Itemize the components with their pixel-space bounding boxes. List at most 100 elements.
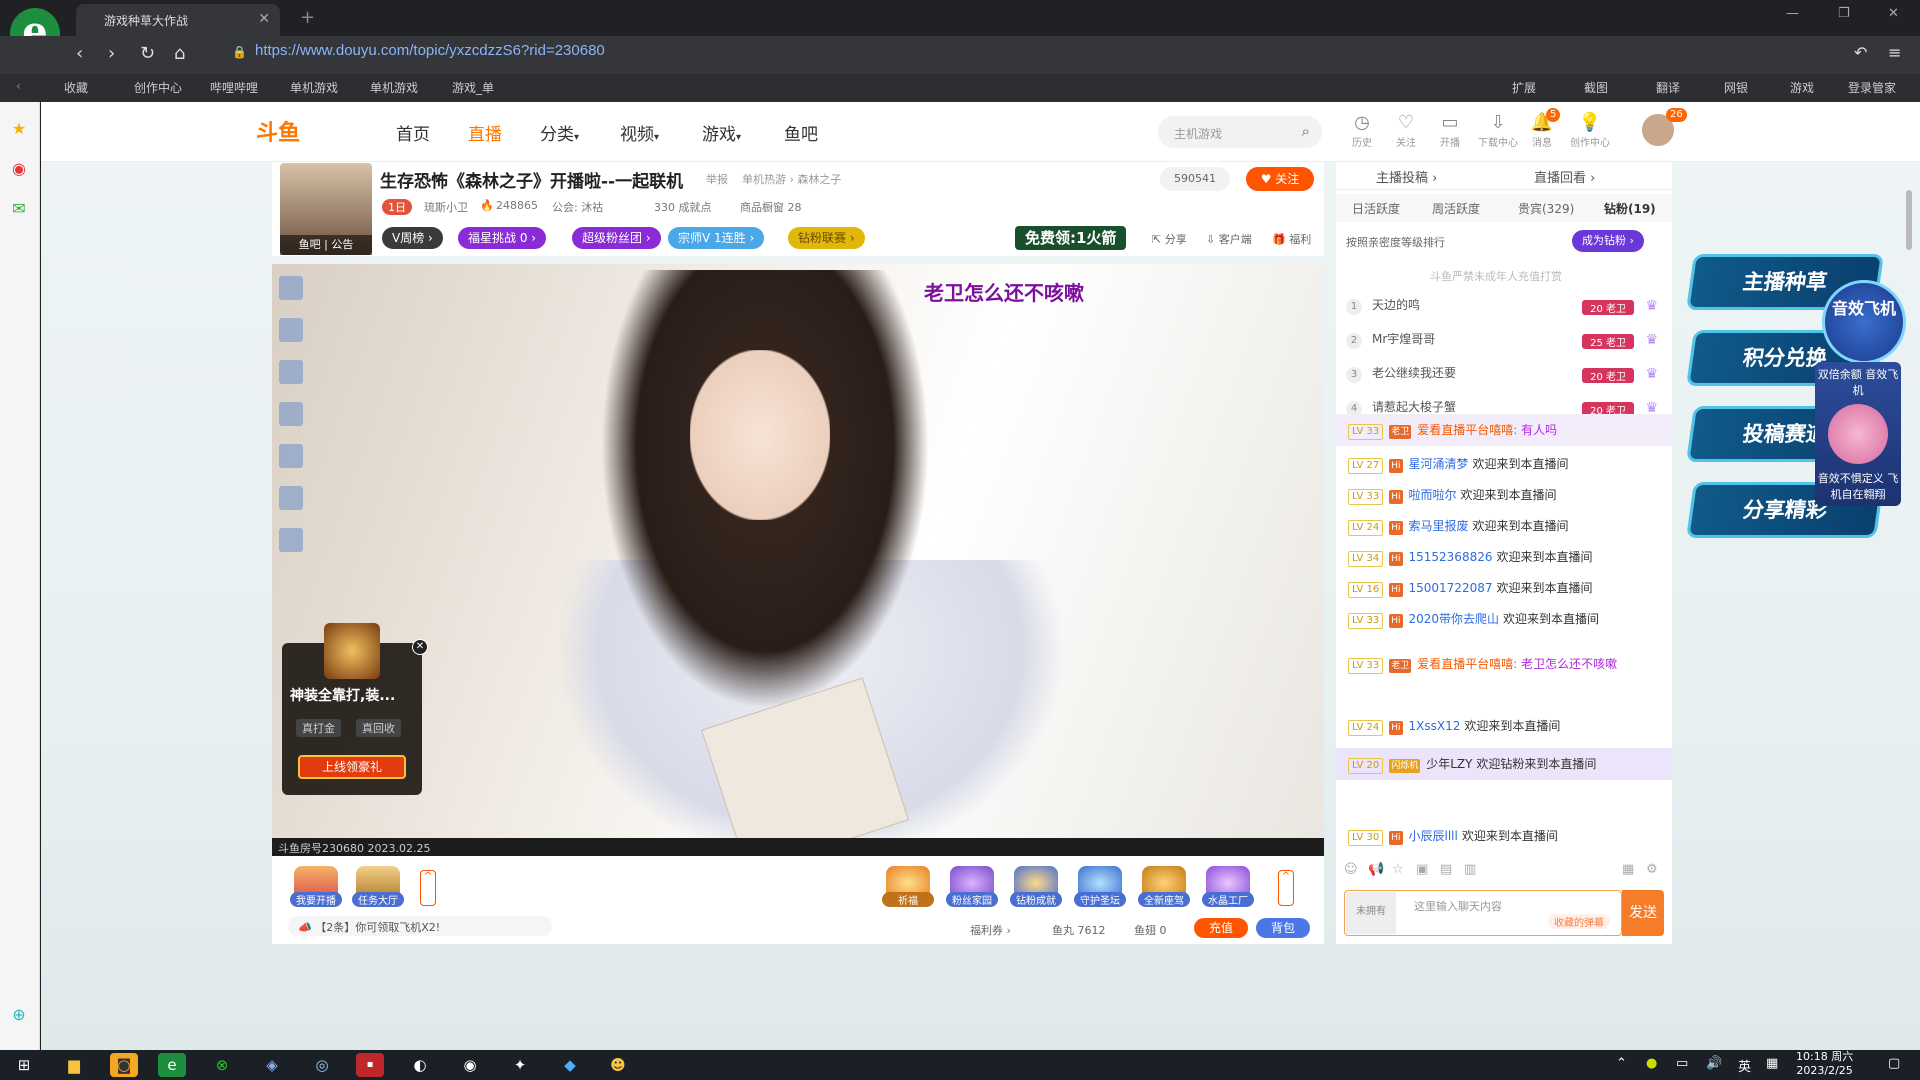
chat-username[interactable]: 索马里报废 (1409, 519, 1469, 533)
tab-streamer-submit[interactable]: 主播投稿 › (1376, 167, 1437, 186)
avatar-caption[interactable]: 鱼吧 | 公告 (280, 235, 372, 255)
welfare-ticket[interactable]: 福利券 › (970, 922, 1011, 938)
download-button[interactable]: ⇩ 下载中心 (1478, 112, 1518, 149)
favorites-icon[interactable]: ★ (8, 118, 30, 140)
bullet-icon[interactable]: ▤ (1440, 862, 1452, 877)
nav-video[interactable]: 视频▾ (620, 120, 659, 145)
bookmark-item[interactable]: 收藏 (64, 79, 88, 96)
weekly-rank-pill[interactable]: V周榜 › (382, 227, 443, 249)
share-button[interactable]: ⇱ 分享 (1152, 231, 1187, 247)
pray-gift[interactable]: 祈福 (882, 866, 934, 907)
tab-daily-activity[interactable]: 日活跃度 (1352, 200, 1400, 217)
mail-icon[interactable]: ✉ (8, 198, 30, 220)
xbox-icon[interactable]: ⊗ (208, 1053, 236, 1077)
task-hall-gift[interactable]: 任务大厅 (352, 866, 404, 907)
douyu-logo[interactable]: 斗鱼 (256, 115, 300, 147)
browser-tab[interactable]: 游戏种草大作战 ✕ (76, 4, 280, 36)
bookmark-item[interactable]: 哔哩哔哩 (210, 79, 258, 96)
system-clock[interactable]: 10:18 周六 2023/2/25 (1796, 1050, 1853, 1078)
recharge-button[interactable]: 充值 (1194, 918, 1248, 938)
undo-icon[interactable]: ↶ (1854, 43, 1867, 62)
nav-fishbar[interactable]: 鱼吧 (784, 120, 818, 145)
app-icon[interactable]: ◐ (406, 1053, 434, 1077)
network-icon[interactable]: ▭ (1676, 1056, 1688, 1071)
extensions-button[interactable]: 扩展 (1512, 79, 1536, 96)
nav-home[interactable]: 首页 (396, 120, 430, 145)
rank-row[interactable]: 1 天边的鸣 20 老卫 ♛ (1346, 296, 1662, 324)
new-tab-icon[interactable]: + (300, 7, 315, 28)
chat-username[interactable]: 15152368826 (1409, 550, 1493, 564)
close-icon[interactable]: ✕ (412, 639, 428, 655)
screenshot-button[interactable]: 截图 (1584, 79, 1608, 96)
chat-list[interactable]: LV 33 老卫 爱看直播平台嘻嘻: 有人吗 LV 27 Hi 星河涌清梦 欢迎来到本直播… (1336, 414, 1672, 854)
back-icon[interactable]: ‹ (76, 43, 83, 64)
bookmark-item[interactable]: 游戏_单 (452, 79, 494, 96)
browser-taskbar-icon[interactable]: e (158, 1053, 186, 1077)
bookmark-item[interactable]: 单机游戏 (370, 79, 418, 96)
games-button[interactable]: 游戏 (1790, 79, 1814, 96)
keyboard-icon[interactable]: ▦ (1766, 1056, 1778, 1071)
sound-plane-ad[interactable]: 双倍余额 音效飞机 音效不惧定义 飞机自在翱翔 (1815, 362, 1901, 506)
chat-username[interactable]: 少年LZY (1426, 757, 1472, 771)
chat-username[interactable]: 啦而啦尔 (1409, 488, 1457, 502)
achievement-points[interactable]: 330 成就点 (654, 199, 712, 215)
search-input[interactable]: 主机游戏 ⌕ (1158, 116, 1322, 148)
app-icon[interactable]: ◈ (258, 1053, 286, 1077)
user-avatar[interactable]: 26 (1640, 108, 1687, 148)
bookmark-item[interactable]: 创作中心 (134, 79, 182, 96)
volume-icon[interactable]: 🔊 (1706, 1056, 1722, 1071)
category-breadcrumb[interactable]: 单机热游 › 森林之子 (742, 171, 841, 187)
netbank-button[interactable]: 网银 (1724, 79, 1748, 96)
tray-expand-icon[interactable]: ⌃ (1616, 1056, 1627, 1071)
nav-live[interactable]: 直播 (468, 120, 502, 145)
promo-recycle-button[interactable]: 真回收 (356, 719, 401, 737)
go-live-button[interactable]: ▭ 开播 (1434, 112, 1466, 149)
notice-bar[interactable]: 📣 【2条】你可领取飞机X2! (288, 916, 552, 936)
chat-username[interactable]: 星河涌清梦 (1409, 457, 1469, 471)
filter-icon[interactable]: ▦ (1622, 862, 1634, 877)
become-fan-button[interactable]: 成为钻粉 › (1572, 230, 1644, 252)
tab-diamond-fans[interactable]: 钻粉(19) (1604, 200, 1656, 217)
minimize-icon[interactable]: — (1786, 6, 1799, 21)
sticker-icon[interactable]: ▥ (1464, 862, 1476, 877)
obs-icon[interactable]: ◉ (456, 1053, 484, 1077)
nav-category[interactable]: 分类▾ (540, 120, 579, 145)
tray-app-icon[interactable]: ● (1646, 1056, 1657, 1071)
close-tab-icon[interactable]: ✕ (258, 11, 270, 27)
steam-icon[interactable]: ◎ (308, 1053, 336, 1077)
reload-icon[interactable]: ↻ (140, 43, 155, 64)
emoji-icon[interactable]: ☺ (1344, 862, 1358, 877)
settings-icon[interactable]: ⚙ (1646, 862, 1658, 877)
guardian-altar-gift[interactable]: 守护圣坛 (1074, 866, 1126, 907)
forward-icon[interactable]: › (108, 43, 115, 64)
close-window-icon[interactable]: ✕ (1888, 6, 1899, 21)
chat-username[interactable]: 1XssX12 (1409, 719, 1461, 733)
megaphone-icon[interactable]: 📢 (1368, 862, 1384, 877)
chat-username[interactable]: 爱看直播平台嘻嘻: (1417, 657, 1517, 671)
sidebar-settings-icon[interactable]: ⊕ (8, 1004, 30, 1026)
follow-button[interactable]: ♥ 关注 (1246, 167, 1314, 191)
nav-games[interactable]: 游戏▾ (702, 120, 741, 145)
history-button[interactable]: ◷ 历史 (1346, 112, 1378, 149)
diamond-league-pill[interactable]: 钻粉联赛 › (788, 227, 865, 249)
page-scrollbar[interactable] (1906, 190, 1912, 250)
fan-club-pill[interactable]: 超级粉丝团 › (572, 227, 661, 249)
expand-left-icon[interactable]: ^ (420, 870, 436, 906)
login-manager-button[interactable]: 登录管家 (1848, 79, 1896, 96)
tab-live-replay[interactable]: 直播回看 › (1534, 167, 1595, 186)
go-live-gift[interactable]: 我要开播 (290, 866, 342, 907)
app-icon[interactable]: ☻ (604, 1053, 632, 1077)
fan-home-gift[interactable]: 粉丝家园 (946, 866, 998, 907)
ime-indicator[interactable]: 英 (1738, 1056, 1751, 1075)
fan-icon[interactable]: ▣ (1416, 862, 1428, 877)
creator-center-button[interactable]: 💡 创作中心 (1568, 112, 1612, 149)
bookmarks-arrow-icon[interactable]: ‹ (16, 79, 21, 93)
bookmark-item[interactable]: 单机游戏 (290, 79, 338, 96)
new-mount-gift[interactable]: 全新座驾 (1138, 866, 1190, 907)
sound-plane-badge[interactable]: 音效飞机 (1822, 280, 1906, 364)
saved-danmu-button[interactable]: 收藏的弹幕 (1548, 914, 1610, 929)
translate-button[interactable]: 翻译 (1656, 79, 1680, 96)
report-link[interactable]: 举报 (706, 171, 728, 187)
guild-info[interactable]: 公会: 沐祜 (552, 199, 603, 215)
lucky-star-pill[interactable]: 福星挑战 0 › (458, 227, 547, 249)
